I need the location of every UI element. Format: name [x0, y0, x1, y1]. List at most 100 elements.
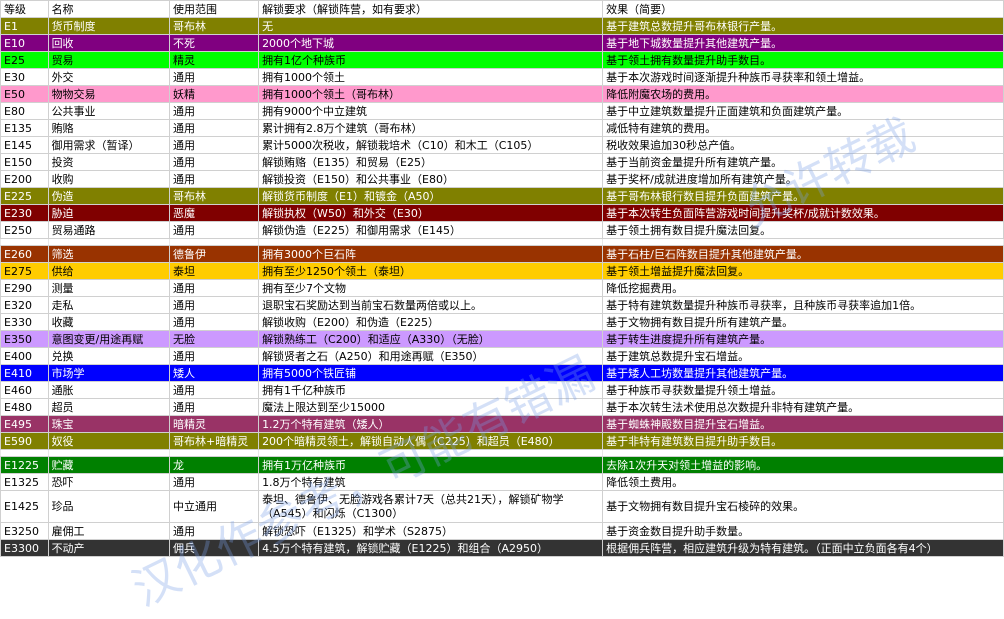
cell-name: 回收: [47, 34, 171, 52]
cell-name: 不动产: [47, 539, 171, 557]
cell-level: E80: [0, 102, 49, 120]
table-row: E460 通胀 通用 拥有1千亿种族币 基于种族币寻获数量提升领土增益。: [0, 381, 1004, 399]
table-row: E480 超员 通用 魔法上限达到至少15000 基于本次转生法术使用总次数提升非特有建…: [0, 398, 1004, 416]
cell-name: 筛选: [47, 245, 171, 263]
cell-scope: 哥布林: [168, 17, 260, 35]
cell-level: E3250: [0, 522, 49, 540]
cell-requirement: 无: [258, 17, 604, 35]
cell-level: E200: [0, 170, 49, 188]
cell-scope: 哥布林: [168, 187, 260, 205]
cell-name: 货币制度: [47, 17, 171, 35]
cell-requirement: 累计5000次税收，解锁栽培术（C10）和木工（C105）: [258, 136, 604, 154]
spacer-cell: [0, 449, 49, 457]
cell-effect: 减低特有建筑的费用。: [602, 119, 1004, 137]
cell-effect: 基于地下城数量提升其他建筑产量。: [602, 34, 1004, 52]
cell-effect: 基于文物拥有数目提升宝石棱碎的效果。: [602, 490, 1004, 523]
cell-effect: 基于领土增益提升魔法回复。: [602, 262, 1004, 280]
cell-name: 市场学: [47, 364, 171, 382]
cell-effect: 基于资金数目提升助手数量。: [602, 522, 1004, 540]
cell-level: E410: [0, 364, 49, 382]
table-row: E350 意图变更/用途再赋 无脸 解锁熟练工（C200）和适应（A330）（无脸）基…: [0, 330, 1004, 348]
cell-scope: 通用: [168, 170, 260, 188]
cell-effect: 基于本次转生负面阵营游戏时间提升奖杯/成就计数效果。: [602, 204, 1004, 222]
cell-name: 通胀: [47, 381, 171, 399]
cell-effect: 降低挖掘费用。: [602, 279, 1004, 297]
cell-level: E30: [0, 68, 49, 86]
cell-level: E230: [0, 204, 49, 222]
cell-name: 贸易: [47, 51, 171, 69]
cell-name: 胁迫: [47, 204, 171, 222]
cell-scope: 佣兵: [168, 539, 260, 557]
cell-requirement: 解锁贿赂（E135）和贸易（E25）: [258, 153, 604, 171]
cell-scope: 通用: [168, 296, 260, 314]
cell-effect: 基于本次游戏时间逐渐提升种族币寻获率和领土增益。: [602, 68, 1004, 86]
table-row: E25 贸易 精灵 拥有1亿个种族币 基于领土拥有数量提升助手数目。: [0, 51, 1004, 69]
cell-name: 测量: [47, 279, 171, 297]
cell-name: 收藏: [47, 313, 171, 331]
cell-name: 雇佣工: [47, 522, 171, 540]
cell-requirement: 解锁伪造（E225）和御用需求（E145）: [258, 221, 604, 239]
cell-scope: 精灵: [168, 51, 260, 69]
cell-effect: 基于蜘蛛神殿数目提升宝石增益。: [602, 415, 1004, 433]
cell-effect: 基于哥布林银行数目提升负面建筑产量。: [602, 187, 1004, 205]
table-row: E1325 恐吓 通用 1.8万个特有建筑 降低领土费用。: [0, 473, 1004, 491]
cell-name: 收购: [47, 170, 171, 188]
spacer-cell: [47, 238, 171, 246]
table-row: E150 投资 通用 解锁贿赂（E135）和贸易（E25） 基于当前资金量提升所有建筑产…: [0, 153, 1004, 171]
cell-scope: 通用: [168, 102, 260, 120]
cell-name: 奴役: [47, 432, 171, 450]
cell-scope: 通用: [168, 136, 260, 154]
cell-name: 恐吓: [47, 473, 171, 491]
cell-level: E260: [0, 245, 49, 263]
cell-effect: 降低附魔农场的费用。: [602, 85, 1004, 103]
cell-effect: 基于种族币寻获数量提升领土增益。: [602, 381, 1004, 399]
cell-requirement: 拥有至少1250个领土（泰坦）: [258, 262, 604, 280]
table-row: E230 胁迫 恶魔 解锁执权（W50）和外交（E30） 基于本次转生负面阵营游戏时间提…: [0, 204, 1004, 222]
cell-level: E1: [0, 17, 49, 35]
cell-effect: 基于非特有建筑数目提升助手数目。: [602, 432, 1004, 450]
cell-level: E250: [0, 221, 49, 239]
table-row: E495 珠宝 暗精灵 1.2万个特有建筑（矮人） 基于蜘蛛神殿数目提升宝石增益。: [0, 415, 1004, 433]
header-row: 等级 名称 使用范围 解锁要求（解锁阵营，如有要求） 效果（简要）: [0, 0, 1004, 18]
cell-effect: 税收效果追加30秒总产值。: [602, 136, 1004, 154]
table-row: E275 供给 泰坦 拥有至少1250个领土（泰坦） 基于领土增益提升魔法回复。: [0, 262, 1004, 280]
cell-effect: 基于当前资金量提升所有建筑产量。: [602, 153, 1004, 171]
spacer-cell: [168, 238, 260, 246]
cell-name: 超员: [47, 398, 171, 416]
cell-scope: 泰坦: [168, 262, 260, 280]
cell-name: 伪造: [47, 187, 171, 205]
cell-scope: 通用: [168, 473, 260, 491]
cell-level: E10: [0, 34, 49, 52]
cell-requirement: 解锁恐吓（E1325）和学术（S2875）: [258, 522, 604, 540]
cell-effect: 根据佣兵阵营，相应建筑升级为特有建筑。（正面中立负面各有4个）: [602, 539, 1004, 557]
cell-level: E480: [0, 398, 49, 416]
cell-name: 投资: [47, 153, 171, 171]
table-row: E50 物物交易 妖精 拥有1000个领土（哥布林） 降低附魔农场的费用。: [0, 85, 1004, 103]
cell-effect: 基于转生进度提升所有建筑产量。: [602, 330, 1004, 348]
cell-requirement: 解锁收购（E200）和伪造（E225）: [258, 313, 604, 331]
cell-requirement: 魔法上限达到至少15000: [258, 398, 604, 416]
cell-name: 贸易通路: [47, 221, 171, 239]
cell-scope: 通用: [168, 279, 260, 297]
cell-requirement: 1.8万个特有建筑: [258, 473, 604, 491]
cell-level: E50: [0, 85, 49, 103]
cell-effect: 基于建筑总数提升宝石增益。: [602, 347, 1004, 365]
cell-name: 珠宝: [47, 415, 171, 433]
cell-level: E330: [0, 313, 49, 331]
header-name: 名称: [47, 0, 171, 18]
cell-scope: 通用: [168, 313, 260, 331]
cell-effect: 基于石柱/巨石阵数目提升其他建筑产量。: [602, 245, 1004, 263]
cell-effect: 基于建筑总数提升哥布林银行产量。: [602, 17, 1004, 35]
cell-name: 御用需求（暂译）: [47, 136, 171, 154]
cell-level: E1225: [0, 456, 49, 474]
cell-level: E1325: [0, 473, 49, 491]
cell-level: E495: [0, 415, 49, 433]
cell-requirement: 拥有3000个巨石阵: [258, 245, 604, 263]
cell-requirement: 2000个地下城: [258, 34, 604, 52]
cell-level: E290: [0, 279, 49, 297]
cell-scope: 通用: [168, 522, 260, 540]
cell-level: E1425: [0, 490, 49, 523]
table-row: E3250 雇佣工 通用 解锁恐吓（E1325）和学术（S2875） 基于资金数目提升助…: [0, 522, 1004, 540]
header-requirement: 解锁要求（解锁阵营，如有要求）: [258, 0, 604, 18]
cell-scope: 通用: [168, 398, 260, 416]
